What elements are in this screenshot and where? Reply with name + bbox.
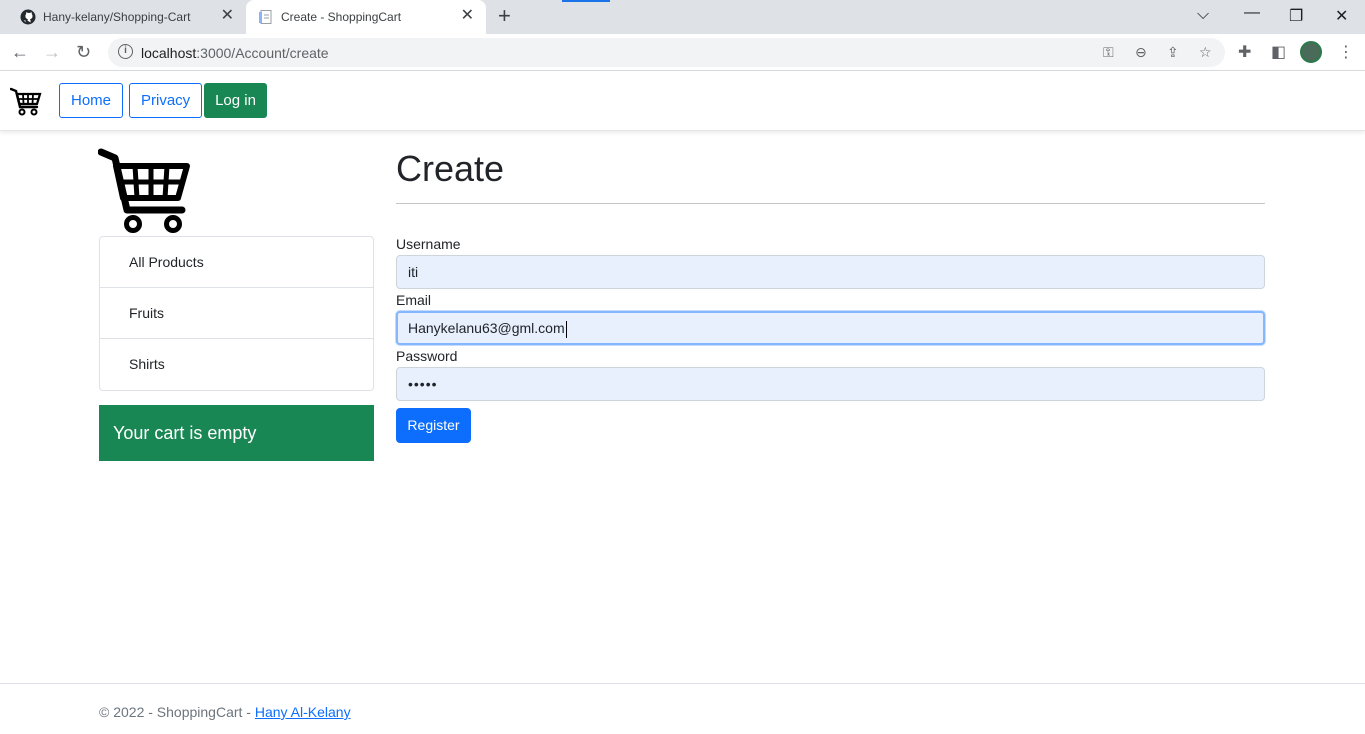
avatar[interactable]: [1300, 41, 1322, 63]
cart-logo-icon[interactable]: [10, 83, 42, 119]
close-icon[interactable]: ✕: [461, 7, 474, 25]
email-label: Email: [396, 292, 432, 308]
browser-tab-title: Hany-kelany/Shopping-Cart: [43, 10, 191, 24]
cart-status: Your cart is empty: [99, 405, 374, 461]
password-value: •••••: [408, 376, 438, 392]
github-icon: [20, 9, 36, 25]
password-input[interactable]: •••••: [396, 367, 1265, 401]
more-menu-icon[interactable]: ⋮: [1338, 42, 1354, 62]
loading-indicator: [562, 0, 610, 2]
reload-icon[interactable]: ↻: [76, 42, 91, 62]
footer-author-link[interactable]: Hany Al-Kelany: [255, 704, 351, 720]
extensions-icon[interactable]: ✚: [1238, 42, 1251, 62]
category-shirts[interactable]: Shirts: [100, 339, 373, 390]
divider: [396, 203, 1265, 204]
username-value: iti: [408, 264, 419, 280]
browser-tab-github[interactable]: Hany-kelany/Shopping-Cart ✕: [8, 0, 246, 34]
username-input[interactable]: iti: [396, 255, 1265, 289]
side-panel-icon[interactable]: ◧: [1271, 42, 1286, 62]
login-button[interactable]: Log in: [204, 83, 267, 118]
browser-toolbar: ← → ↻ i localhost:3000/Account/create ⚿ …: [0, 34, 1365, 71]
browser-tab-title: Create - ShoppingCart: [281, 10, 402, 24]
nav-privacy-button[interactable]: Privacy: [129, 83, 203, 118]
username-label: Username: [396, 236, 461, 252]
footer-text: © 2022 - ShoppingCart -: [99, 704, 255, 720]
address-url: localhost:3000/Account/create: [141, 45, 329, 61]
footer-divider: [0, 683, 1365, 684]
email-input[interactable]: Hanykelanu63@gml.com: [396, 311, 1265, 345]
category-list: All Products Fruits Shirts: [99, 236, 374, 391]
browser-tab-active[interactable]: Create - ShoppingCart ✕: [246, 0, 486, 34]
star-icon[interactable]: ☆: [1199, 44, 1212, 61]
page-icon: [259, 10, 272, 24]
forward-arrow-icon[interactable]: →: [43, 42, 61, 62]
minimize-icon[interactable]: —: [1244, 4, 1260, 22]
text-caret: [565, 320, 567, 338]
password-label: Password: [396, 348, 458, 364]
close-window-icon[interactable]: ✕: [1335, 6, 1348, 26]
browser-tabstrip: Hany-kelany/Shopping-Cart ✕ Create - Sho…: [0, 0, 1365, 34]
category-fruits[interactable]: Fruits: [100, 288, 373, 339]
footer: © 2022 - ShoppingCart - Hany Al-Kelany: [99, 704, 351, 720]
register-button[interactable]: Register: [396, 408, 471, 443]
address-bar[interactable]: i localhost:3000/Account/create ⚿ ⊖ ⇪ ☆: [108, 38, 1225, 67]
new-tab-icon[interactable]: +: [498, 5, 511, 27]
site-navbar: Home Privacy Log in: [0, 71, 1365, 131]
page-title: Create: [396, 148, 505, 189]
chevron-down-icon[interactable]: ⌵: [1197, 6, 1209, 24]
share-icon[interactable]: ⇪: [1167, 44, 1179, 61]
restore-icon[interactable]: ❐: [1289, 6, 1303, 26]
zoom-out-icon[interactable]: ⊖: [1135, 44, 1147, 61]
back-arrow-icon[interactable]: ←: [11, 42, 29, 62]
email-value: Hanykelanu63@gml.com: [408, 320, 565, 336]
cart-logo-icon: [98, 148, 190, 233]
info-icon[interactable]: i: [118, 44, 133, 59]
nav-home-button[interactable]: Home: [59, 83, 124, 118]
close-icon[interactable]: ✕: [221, 7, 234, 25]
category-all-products[interactable]: All Products: [100, 237, 373, 288]
key-icon[interactable]: ⚿: [1103, 44, 1114, 61]
